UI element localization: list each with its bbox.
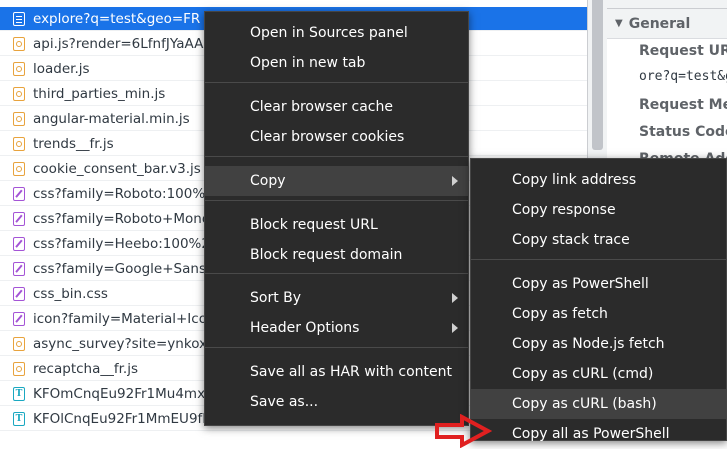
- script-file-icon: [13, 36, 25, 51]
- submenu-item-copy-all-as-powershell[interactable]: Copy all as PowerShell: [471, 419, 726, 449]
- collapse-triangle-icon[interactable]: ▼: [615, 18, 623, 29]
- style-file-icon: [13, 261, 25, 276]
- script-file-icon: [13, 336, 25, 351]
- menu-item-label: Open in new tab: [250, 55, 366, 71]
- request-name: recaptcha__fr.js: [33, 360, 139, 377]
- details-line: Request Method:: [639, 97, 727, 113]
- general-section-header[interactable]: ▼ General: [607, 9, 727, 39]
- submenu-arrow-icon: [452, 176, 458, 186]
- submenu-item-copy-link-address[interactable]: Copy link address: [471, 165, 726, 195]
- menu-item-label: Copy as cURL (bash): [512, 396, 657, 412]
- details-tab-strip: [607, 0, 727, 9]
- request-context-menu: Open in Sources panel Open in new tab Clea…: [204, 11, 469, 426]
- menu-item-label: Copy stack trace: [512, 232, 630, 248]
- menu-item-label: Block request URL: [250, 217, 378, 233]
- details-line: Status Code:: [639, 124, 727, 140]
- menu-item-label: Copy as PowerShell: [512, 276, 649, 292]
- menu-item-save-as[interactable]: Save as...: [205, 387, 468, 417]
- script-file-icon: [13, 361, 25, 376]
- copy-submenu: Copy link address Copy response Copy stack…: [470, 158, 727, 442]
- submenu-item-copy-as-curl-cmd[interactable]: Copy as cURL (cmd): [471, 359, 726, 389]
- doc-file-icon: [13, 11, 25, 26]
- style-file-icon: [13, 286, 25, 301]
- request-name: cookie_consent_bar.v3.js: [33, 160, 201, 177]
- font-file-icon: T: [13, 386, 25, 401]
- menu-item-label: Copy as cURL (cmd): [512, 366, 654, 382]
- menu-item-label: Block request domain: [250, 247, 403, 263]
- script-file-icon: [13, 161, 25, 176]
- menu-item-open-in-sources-panel[interactable]: Open in Sources panel: [205, 18, 468, 48]
- menu-item-label: Copy response: [512, 202, 616, 218]
- script-file-icon: [13, 111, 25, 126]
- script-file-icon: [13, 61, 25, 76]
- submenu-item-copy-response[interactable]: Copy response: [471, 195, 726, 225]
- menu-item-label: Copy as Node.js fetch: [512, 336, 665, 352]
- style-file-icon: [13, 236, 25, 251]
- menu-item-label: Copy as fetch: [512, 306, 608, 322]
- menu-item-block-request-domain[interactable]: Block request domain: [205, 240, 468, 270]
- submenu-item-copy-as-fetch[interactable]: Copy as fetch: [471, 299, 726, 329]
- request-name: trends__fr.js: [33, 135, 114, 152]
- menu-item-label: Open in Sources panel: [250, 25, 408, 41]
- menu-separator: [471, 259, 726, 260]
- request-name: angular-material.min.js: [33, 110, 190, 127]
- font-file-icon: T: [13, 411, 25, 426]
- request-name: explore?q=test&geo=FR: [33, 10, 201, 27]
- menu-separator: [205, 156, 468, 157]
- menu-item-label: Copy link address: [512, 172, 637, 188]
- style-file-icon: [13, 211, 25, 226]
- menu-item-clear-browser-cache[interactable]: Clear browser cache: [205, 92, 468, 122]
- request-name: third_parties_min.js: [33, 85, 166, 102]
- details-line: ore?q=test&geo=FR: [639, 69, 727, 84]
- script-file-icon: [13, 86, 25, 101]
- submenu-item-copy-as-curl-bash[interactable]: Copy as cURL (bash): [471, 389, 726, 419]
- menu-item-label: Copy all as PowerShell: [512, 426, 670, 442]
- submenu-arrow-icon: [452, 323, 458, 333]
- style-file-icon: [13, 311, 25, 326]
- general-section-title: General: [628, 15, 691, 32]
- menu-item-label: Header Options: [250, 320, 360, 336]
- menu-separator: [205, 200, 468, 201]
- menu-item-header-options[interactable]: Header Options: [205, 313, 468, 343]
- menu-item-label: Sort By: [250, 290, 302, 306]
- scrollbar-thumb[interactable]: [592, 0, 603, 150]
- menu-separator: [205, 82, 468, 83]
- annotation-arrow-icon: [435, 414, 492, 448]
- menu-item-block-request-url[interactable]: Block request URL: [205, 210, 468, 240]
- menu-item-label: Copy: [250, 173, 286, 189]
- menu-item-save-all-as-har-with-content[interactable]: Save all as HAR with content: [205, 357, 468, 387]
- request-name: css_bin.css: [33, 285, 108, 302]
- submenu-item-copy-stack-trace[interactable]: Copy stack trace: [471, 225, 726, 255]
- menu-separator: [205, 347, 468, 348]
- menu-item-label: Clear browser cache: [250, 99, 393, 115]
- request-name: icon?family=Material+Icons: [33, 310, 223, 327]
- menu-item-copy[interactable]: Copy: [205, 166, 468, 196]
- style-file-icon: [13, 186, 25, 201]
- submenu-item-copy-as-node-js-fetch[interactable]: Copy as Node.js fetch: [471, 329, 726, 359]
- menu-item-label: Clear browser cookies: [250, 129, 405, 145]
- submenu-arrow-icon: [452, 293, 458, 303]
- details-line: Request URL:: [639, 43, 727, 59]
- request-name: loader.js: [33, 60, 90, 77]
- menu-item-label: Save all as HAR with content: [250, 364, 452, 380]
- menu-item-clear-browser-cookies[interactable]: Clear browser cookies: [205, 122, 468, 152]
- menu-item-open-in-new-tab[interactable]: Open in new tab: [205, 48, 468, 78]
- submenu-item-copy-as-powershell[interactable]: Copy as PowerShell: [471, 269, 726, 299]
- menu-separator: [205, 273, 468, 274]
- script-file-icon: [13, 136, 25, 151]
- menu-item-sort-by[interactable]: Sort By: [205, 283, 468, 313]
- menu-item-label: Save as...: [250, 394, 319, 410]
